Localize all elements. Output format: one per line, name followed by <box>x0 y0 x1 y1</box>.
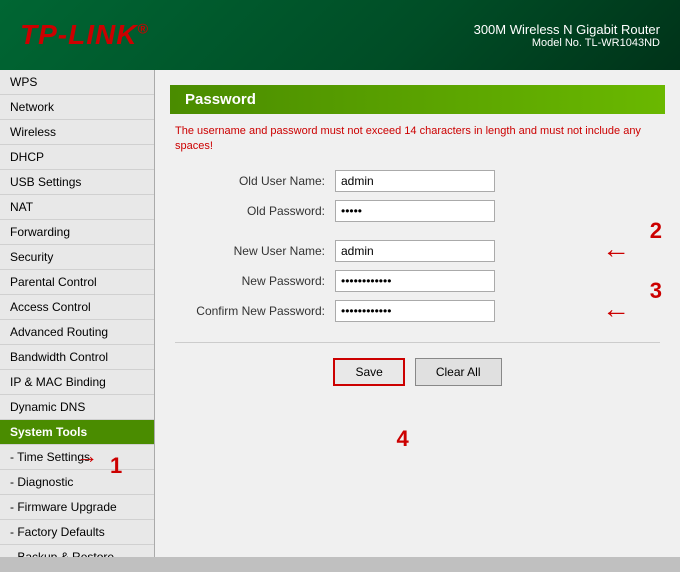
sidebar-item-wireless[interactable]: Wireless <box>0 120 154 145</box>
confirm-password-label: Confirm New Password: <box>175 304 335 318</box>
sidebar-item-diagnostic[interactable]: - Diagnostic <box>0 470 154 495</box>
warning-text: The username and password must not excee… <box>175 124 660 155</box>
router-name: 300M Wireless N Gigabit Router <box>474 22 660 37</box>
main-layout: WPS Network Wireless DHCP USB Settings N… <box>0 70 680 557</box>
bottom-bar <box>0 557 680 572</box>
sidebar-item-factory-defaults[interactable]: - Factory Defaults <box>0 520 154 545</box>
sidebar-item-access-control[interactable]: Access Control <box>0 295 154 320</box>
annotation-4: 4 <box>397 426 409 452</box>
new-username-label: New User Name: <box>175 244 335 258</box>
sidebar: WPS Network Wireless DHCP USB Settings N… <box>0 70 155 557</box>
sidebar-item-advanced-routing[interactable]: Advanced Routing <box>0 320 154 345</box>
annotation-arrow-2: ← <box>602 233 630 265</box>
new-password-label: New Password: <box>175 274 335 288</box>
sidebar-item-security[interactable]: Security <box>0 245 154 270</box>
confirm-password-row: Confirm New Password: <box>175 300 660 322</box>
new-password-row: New Password: <box>175 270 660 292</box>
sidebar-item-wps[interactable]: WPS <box>0 70 154 95</box>
header: TP-LINK® 300M Wireless N Gigabit Router … <box>0 0 680 70</box>
confirm-password-input[interactable] <box>335 300 495 322</box>
annotation-arrow-3: ← <box>602 293 630 325</box>
old-password-label: Old Password: <box>175 204 335 218</box>
content-area: Password The username and password must … <box>155 70 680 557</box>
save-button[interactable]: Save <box>333 358 404 386</box>
annotation-2: 2 <box>650 218 662 244</box>
old-password-row: Old Password: <box>175 200 660 222</box>
page-title: Password <box>170 85 665 114</box>
sidebar-item-network[interactable]: Network <box>0 95 154 120</box>
old-username-label: Old User Name: <box>175 174 335 188</box>
router-info: 300M Wireless N Gigabit Router Model No.… <box>474 22 660 49</box>
annotation-1: 1 <box>110 453 122 479</box>
new-username-input[interactable] <box>335 240 495 262</box>
sidebar-item-parental-control[interactable]: Parental Control <box>0 270 154 295</box>
sidebar-item-firmware-upgrade[interactable]: - Firmware Upgrade <box>0 495 154 520</box>
sidebar-item-dhcp[interactable]: DHCP <box>0 145 154 170</box>
sidebar-item-nat[interactable]: NAT <box>0 195 154 220</box>
logo-tp: TP-LINK <box>20 19 137 50</box>
clear-all-button[interactable]: Clear All <box>415 358 502 386</box>
old-password-input[interactable] <box>335 200 495 222</box>
sidebar-item-forwarding[interactable]: Forwarding <box>0 220 154 245</box>
annotation-3: 3 <box>650 278 662 304</box>
button-area: Save Clear All <box>175 342 660 386</box>
annotation-arrow-1: → <box>76 443 98 469</box>
form-spacer <box>175 230 660 240</box>
sidebar-item-bandwidth-control[interactable]: Bandwidth Control <box>0 345 154 370</box>
sidebar-item-usb-settings[interactable]: USB Settings <box>0 170 154 195</box>
old-username-input[interactable] <box>335 170 495 192</box>
sidebar-item-dynamic-dns[interactable]: Dynamic DNS <box>0 395 154 420</box>
logo: TP-LINK® <box>20 19 149 51</box>
sidebar-item-ip-mac-binding[interactable]: IP & MAC Binding <box>0 370 154 395</box>
router-model: Model No. TL-WR1043ND <box>474 37 660 49</box>
old-username-row: Old User Name: <box>175 170 660 192</box>
new-username-row: New User Name: <box>175 240 660 262</box>
sidebar-item-system-tools[interactable]: System Tools <box>0 420 154 445</box>
sidebar-item-backup-restore[interactable]: - Backup & Restore <box>0 545 154 557</box>
new-password-input[interactable] <box>335 270 495 292</box>
